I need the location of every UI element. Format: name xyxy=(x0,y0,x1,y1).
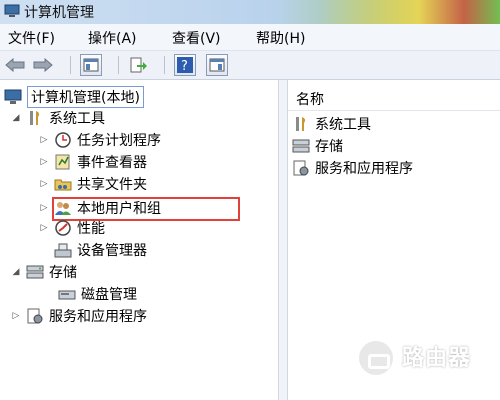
expanded-arrow-icon[interactable]: ◢ xyxy=(10,113,22,123)
computer-management-icon xyxy=(4,88,22,106)
collapsed-arrow-icon[interactable]: ▷ xyxy=(38,135,50,145)
menu-file[interactable]: 文件(F) xyxy=(8,28,55,48)
help-icon[interactable]: ? xyxy=(174,54,196,76)
disk-icon xyxy=(58,285,76,303)
tree-item-services-apps[interactable]: ▷ 服务和应用程序 xyxy=(10,305,147,327)
router-logo-icon xyxy=(356,338,396,378)
tree-label-root: 计算机管理(本地) xyxy=(27,86,144,108)
tree-item-root[interactable]: 计算机管理(本地) xyxy=(4,86,144,108)
show-hide-action-pane-icon[interactable] xyxy=(206,54,228,76)
console-tree-icon[interactable] xyxy=(80,54,102,76)
tree-item-shared-folders[interactable]: ▷ 共享文件夹 xyxy=(38,173,147,195)
tree-item-storage[interactable]: ◢ 存储 xyxy=(10,261,77,283)
shared-folder-icon xyxy=(54,175,72,193)
collapsed-arrow-icon[interactable]: ▷ xyxy=(38,223,50,233)
services-icon xyxy=(292,159,310,177)
list-item-services-apps[interactable]: 服务和应用程序 xyxy=(292,157,413,179)
menu-bar: 文件(F) 操作(A) 查看(V) 帮助(H) xyxy=(0,24,500,51)
collapsed-arrow-icon[interactable]: ▷ xyxy=(38,179,50,189)
title-decoration xyxy=(320,0,500,24)
storage-icon xyxy=(292,137,310,155)
column-header-name[interactable]: 名称 xyxy=(288,86,500,111)
tree-item-disk-management[interactable]: 磁盘管理 xyxy=(58,283,137,305)
storage-icon xyxy=(26,263,44,281)
back-icon[interactable] xyxy=(4,54,26,76)
menu-view[interactable]: 查看(V) xyxy=(172,28,221,48)
expanded-arrow-icon[interactable]: ◢ xyxy=(10,267,22,277)
list-item-system-tools[interactable]: 系统工具 xyxy=(292,113,371,135)
tree-item-system-tools[interactable]: ◢ 系统工具 xyxy=(10,107,105,129)
tools-icon xyxy=(292,115,310,133)
event-viewer-icon xyxy=(54,153,72,171)
collapsed-arrow-icon[interactable]: ▷ xyxy=(38,203,50,213)
collapsed-arrow-icon[interactable]: ▷ xyxy=(38,157,50,167)
tree-item-performance[interactable]: ▷ 性能 xyxy=(38,217,105,239)
watermark-logo: 路由器 xyxy=(356,338,496,386)
computer-management-icon xyxy=(4,3,20,19)
tree-item-task-scheduler[interactable]: ▷ 任务计划程序 xyxy=(38,129,161,151)
clock-icon xyxy=(54,131,72,149)
window-title: 计算机管理 xyxy=(24,5,94,21)
title-bar: 计算机管理 xyxy=(0,0,500,24)
device-manager-icon xyxy=(54,241,72,259)
menu-help[interactable]: 帮助(H) xyxy=(256,28,305,48)
pane-splitter[interactable] xyxy=(278,80,288,400)
collapsed-arrow-icon[interactable]: ▷ xyxy=(10,311,22,321)
tree-item-event-viewer[interactable]: ▷ 事件查看器 xyxy=(38,151,147,173)
tools-icon xyxy=(26,109,44,127)
toolbar: ? xyxy=(0,51,500,80)
list-item-storage[interactable]: 存储 xyxy=(292,135,343,157)
svg-text:?: ? xyxy=(181,59,188,73)
export-list-icon[interactable] xyxy=(128,54,150,76)
services-icon xyxy=(26,307,44,325)
performance-icon xyxy=(54,219,72,237)
menu-action[interactable]: 操作(A) xyxy=(88,28,137,48)
forward-icon[interactable] xyxy=(32,54,54,76)
tree-item-device-manager[interactable]: 设备管理器 xyxy=(54,239,147,261)
